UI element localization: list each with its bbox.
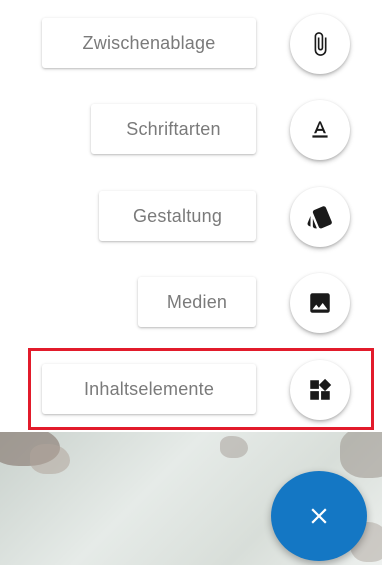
medien-button[interactable] — [290, 273, 350, 333]
label-medien[interactable]: Medien — [138, 277, 256, 327]
label-zwischenablage[interactable]: Zwischenablage — [42, 18, 256, 68]
paperclip-icon — [307, 31, 333, 57]
text-format-icon — [307, 117, 333, 143]
gestaltung-button[interactable] — [290, 187, 350, 247]
zwischenablage-button[interactable] — [290, 14, 350, 74]
label-text: Zwischenablage — [82, 32, 216, 53]
label-text: Medien — [166, 291, 228, 312]
label-schriftarten[interactable]: Schriftarten — [91, 104, 256, 154]
schriftarten-button[interactable] — [290, 100, 350, 160]
highlight-box — [28, 348, 374, 430]
label-text: Gestaltung — [132, 205, 223, 226]
close-icon — [306, 503, 332, 529]
style-cards-icon — [306, 203, 334, 231]
label-gestaltung[interactable]: Gestaltung — [99, 191, 256, 241]
label-text: Schriftarten — [126, 118, 221, 139]
image-icon — [307, 290, 333, 316]
close-fab-button[interactable] — [271, 471, 367, 561]
